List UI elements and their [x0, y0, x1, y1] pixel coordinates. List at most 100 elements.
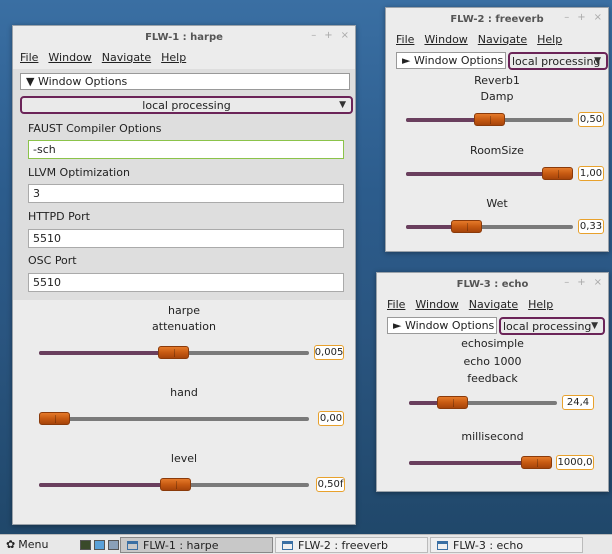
window-title: FLW-2 : freeverb [450, 13, 544, 25]
menubar: File Window Navigate Help [13, 48, 355, 66]
minimize-button[interactable]: – [311, 30, 316, 41]
httpd-port-input[interactable]: 5510 [28, 229, 344, 248]
slider-handle[interactable] [158, 346, 189, 359]
menu-navigate[interactable]: Navigate [102, 51, 151, 64]
taskbar: ✿ Menu FLW-1 : harpe FLW-2 : freeverb FL… [0, 534, 612, 554]
slider-value-level[interactable]: 0,50f [316, 477, 345, 492]
slider-handle[interactable] [521, 456, 552, 469]
dropdown-value: local processing [503, 319, 592, 333]
terminal-icon[interactable] [80, 539, 91, 550]
window-title: FLW-3 : echo [456, 278, 529, 290]
content-area: ▼ Window Options local processing ▼ FAUS… [13, 69, 355, 524]
menu-window[interactable]: Window [415, 298, 458, 311]
menu-help[interactable]: Help [161, 51, 186, 64]
window-options-toggle[interactable]: ► Window Options [387, 317, 497, 334]
slider-track[interactable] [39, 417, 309, 421]
window-options-toggle[interactable]: ► Window Options [396, 52, 506, 69]
slider-label-wet: Wet [486, 197, 508, 210]
osc-port-label: OSC Port [28, 254, 77, 267]
menubar: File Window Navigate Help [386, 30, 608, 48]
dropdown-value: local processing [512, 54, 601, 68]
slider-label-millisecond: millisecond [461, 430, 524, 443]
dropdown-value: local processing [142, 98, 231, 112]
group-label: harpe [168, 304, 200, 317]
processing-dropdown[interactable]: local processing ▼ [20, 96, 353, 114]
slider-handle[interactable] [160, 478, 191, 491]
close-button[interactable]: × [341, 30, 349, 41]
menubar: File Window Navigate Help [377, 295, 608, 313]
window-flw1: FLW-1 : harpe – + × File Window Navigate… [12, 25, 356, 525]
processing-dropdown[interactable]: local processing ▼ [508, 52, 608, 70]
maximize-button[interactable]: + [324, 30, 332, 41]
slider-label-hand: hand [170, 386, 198, 399]
menu-icon: ✿ [6, 538, 16, 551]
chevron-down-icon: ▼ [591, 321, 598, 331]
httpd-port-label: HTTPD Port [28, 210, 90, 223]
window-flw3: FLW-3 : echo – + × File Window Navigate … [376, 272, 609, 492]
controls-panel: harpe attenuation 0,005 hand 0,00 level … [13, 300, 355, 524]
slider-value-attenuation[interactable]: 0,005 [314, 345, 344, 360]
menu-help[interactable]: Help [528, 298, 553, 311]
content-area: ► Window Options local processing ▼ echo… [377, 316, 608, 491]
content-area: ► Window Options local processing ▼ Reve… [386, 51, 608, 251]
chevron-down-icon: ▼ [339, 100, 346, 110]
slider-label-damp: Damp [480, 90, 514, 103]
chevron-down-icon: ▼ [594, 56, 601, 66]
task-flw2[interactable]: FLW-2 : freeverb [275, 537, 428, 553]
slider-handle[interactable] [451, 220, 482, 233]
slider-label-feedback: feedback [467, 372, 518, 385]
slider-value-wet[interactable]: 0,33 [578, 219, 604, 234]
menu-window[interactable]: Window [48, 51, 91, 64]
menu-navigate[interactable]: Navigate [469, 298, 518, 311]
slider-label-level: level [170, 452, 198, 465]
llvm-optimization-input[interactable]: 3 [28, 184, 344, 203]
titlebar[interactable]: FLW-3 : echo – + × [377, 273, 608, 295]
desktop-icon[interactable] [108, 539, 119, 550]
slider-handle[interactable] [542, 167, 573, 180]
slider-label-roomsize: RoomSize [470, 144, 524, 157]
slider-fill [39, 351, 174, 355]
window-icon [127, 540, 138, 550]
minimize-button[interactable]: – [564, 277, 569, 288]
slider-value-damp[interactable]: 0,50 [578, 112, 604, 127]
slider-handle[interactable] [474, 113, 505, 126]
menu-navigate[interactable]: Navigate [478, 33, 527, 46]
processing-dropdown[interactable]: local processing ▼ [499, 317, 605, 335]
slider-value-millisecond[interactable]: 1000,0 [556, 455, 594, 470]
titlebar[interactable]: FLW-1 : harpe – + × [13, 26, 355, 48]
start-menu-label: Menu [18, 538, 49, 551]
window-flw2: FLW-2 : freeverb – + × File Window Navig… [385, 7, 609, 252]
llvm-optimization-label: LLVM Optimization [28, 166, 130, 179]
task-flw1[interactable]: FLW-1 : harpe [120, 537, 273, 553]
slider-label-attenuation: attenuation [152, 320, 216, 333]
start-menu-button[interactable]: ✿ Menu [0, 538, 80, 551]
maximize-button[interactable]: + [577, 12, 585, 23]
close-button[interactable]: × [594, 12, 602, 23]
slider-handle[interactable] [39, 412, 70, 425]
group-label: echosimple [461, 337, 524, 350]
task-label: FLW-2 : freeverb [298, 538, 389, 552]
menu-file[interactable]: File [387, 298, 405, 311]
slider-value-hand[interactable]: 0,00 [318, 411, 344, 426]
osc-port-input[interactable]: 5510 [28, 273, 344, 292]
faust-options-label: FAUST Compiler Options [28, 122, 162, 135]
faust-options-input[interactable]: -sch [28, 140, 344, 159]
window-icon [437, 540, 448, 550]
slider-handle[interactable] [437, 396, 468, 409]
maximize-button[interactable]: + [577, 277, 585, 288]
titlebar[interactable]: FLW-2 : freeverb – + × [386, 8, 608, 30]
task-flw3[interactable]: FLW-3 : echo [430, 537, 583, 553]
menu-file[interactable]: File [396, 33, 414, 46]
menu-window[interactable]: Window [424, 33, 467, 46]
window-icon [282, 540, 293, 550]
menu-help[interactable]: Help [537, 33, 562, 46]
file-manager-icon[interactable] [94, 539, 105, 550]
window-options-toggle[interactable]: ▼ Window Options [20, 73, 350, 90]
slider-value-roomsize[interactable]: 1,00 [578, 166, 604, 181]
close-button[interactable]: × [594, 277, 602, 288]
minimize-button[interactable]: – [564, 12, 569, 23]
group-label: Reverb1 [474, 74, 520, 87]
slider-fill [39, 483, 174, 487]
slider-value-feedback[interactable]: 24,4 [562, 395, 594, 410]
menu-file[interactable]: File [20, 51, 38, 64]
